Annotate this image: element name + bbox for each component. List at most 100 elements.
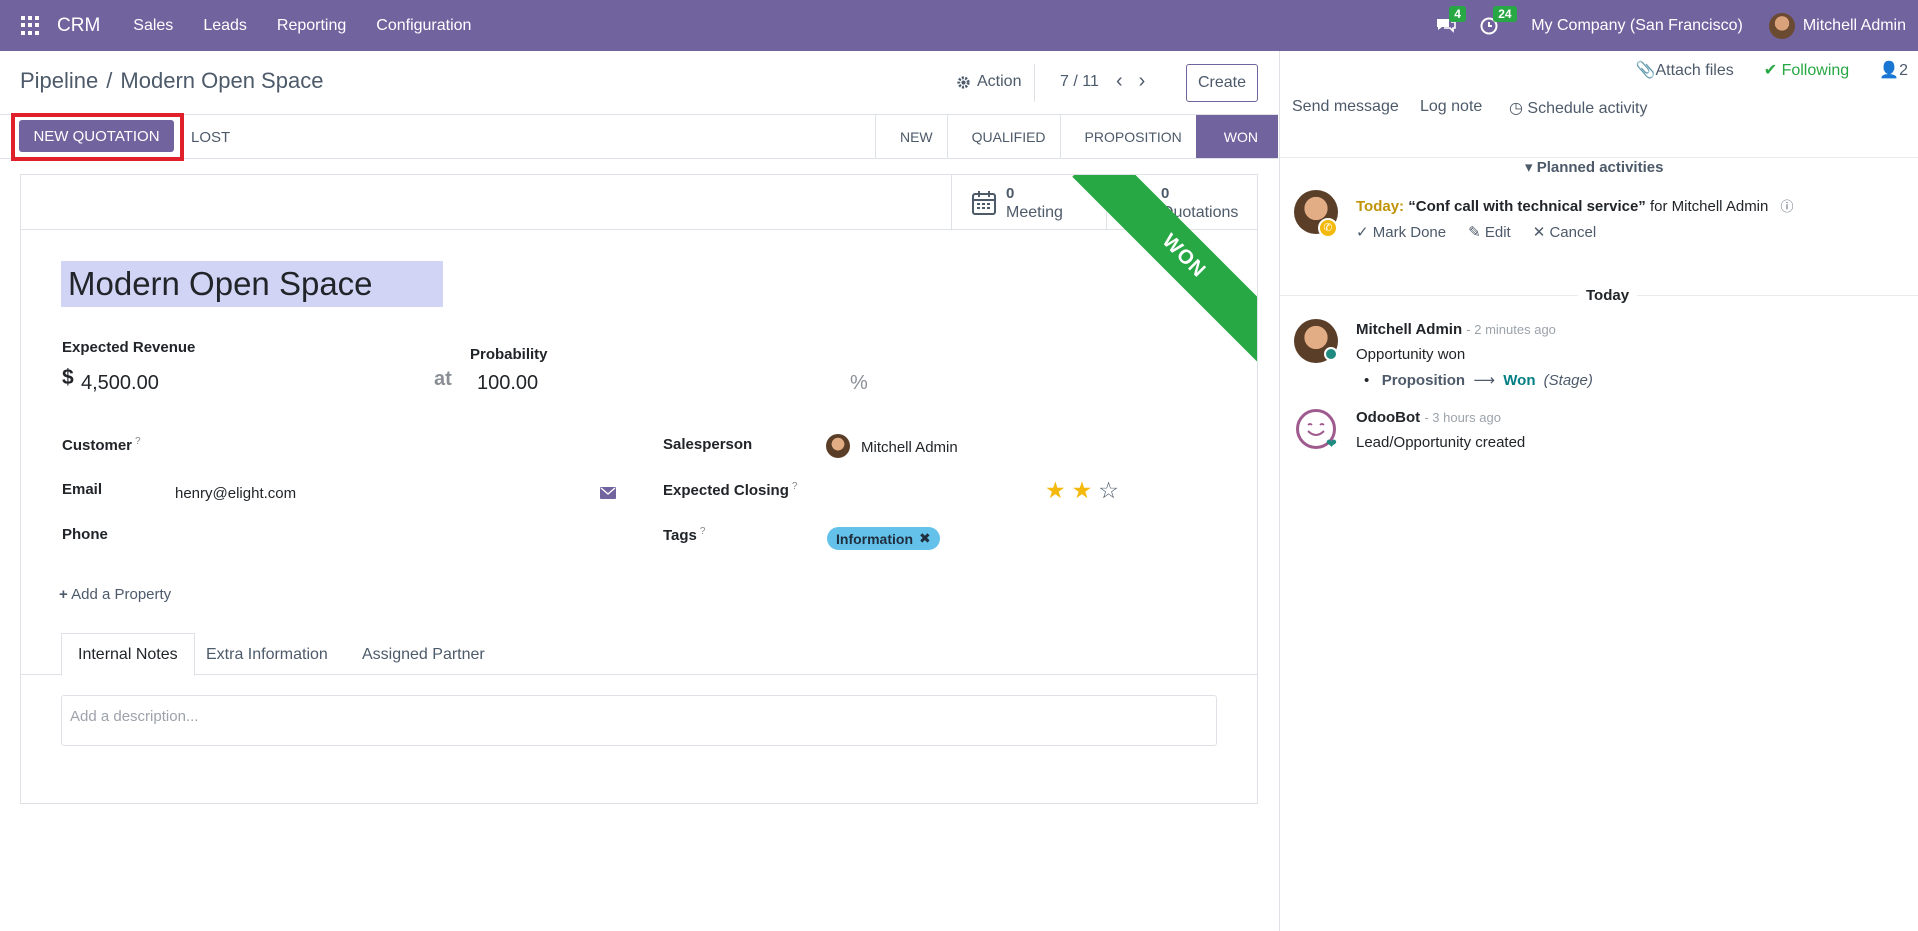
email-input[interactable]: henry@elight.com bbox=[175, 485, 296, 502]
log-note-button[interactable]: Log note bbox=[1420, 98, 1482, 116]
check-icon: ✔ bbox=[1763, 62, 1782, 79]
expected-closing-label: Expected Closing? bbox=[663, 481, 797, 499]
tag-remove-icon[interactable]: ✖ bbox=[919, 530, 931, 547]
description-input[interactable]: Add a description... bbox=[61, 695, 1217, 746]
gear-icon bbox=[957, 75, 970, 89]
online-status-icon bbox=[1324, 347, 1338, 361]
message-time: - 2 minutes ago bbox=[1466, 322, 1556, 337]
quotations-count: 0 bbox=[1161, 184, 1170, 202]
apps-menu-icon[interactable] bbox=[21, 15, 41, 36]
followers-button[interactable]: 👤2 bbox=[1879, 60, 1908, 80]
lost-button[interactable]: LOST bbox=[191, 129, 230, 146]
message-author-bot-name[interactable]: OdooBot bbox=[1356, 409, 1420, 426]
tags-label-text: Tags bbox=[663, 527, 697, 544]
activity-actions: ✓ Mark Done ✎ Edit ✕ Cancel bbox=[1356, 223, 1596, 241]
expected-closing-help-icon[interactable]: ? bbox=[792, 481, 798, 492]
expected-revenue-input[interactable]: 4,500.00 bbox=[81, 372, 159, 395]
user-menu[interactable]: Mitchell Admin bbox=[1803, 17, 1906, 35]
action-label: Action bbox=[977, 73, 1022, 90]
mark-done-label: Mark Done bbox=[1372, 224, 1447, 241]
percent-sign: % bbox=[850, 372, 868, 394]
edit-label: Edit bbox=[1484, 224, 1511, 241]
stage-won[interactable]: WON bbox=[1195, 115, 1278, 158]
systray: 4 24 My Company (San Francisco) Mitchell… bbox=[1435, 0, 1918, 51]
form-sheet: 0 Meeting 0 Quotations WON Modern Open S… bbox=[20, 174, 1258, 804]
priority-star-3-icon[interactable]: ☆ bbox=[1098, 477, 1119, 504]
following-button[interactable]: ✔ Following bbox=[1764, 60, 1849, 80]
tags-label: Tags? bbox=[663, 526, 705, 544]
opportunity-title-input[interactable]: Modern Open Space bbox=[61, 261, 443, 307]
priority-star-2-icon[interactable]: ★ bbox=[1072, 477, 1093, 504]
check-small-icon: ✓ bbox=[1356, 224, 1373, 241]
stage-proposition[interactable]: PROPOSITION bbox=[1059, 115, 1196, 158]
cancel-button[interactable]: ✕ Cancel bbox=[1533, 223, 1596, 241]
customer-label: Customer? bbox=[62, 436, 141, 454]
add-property-button[interactable]: + Add a Property bbox=[59, 586, 171, 603]
info-icon[interactable]: ⓘ bbox=[1781, 199, 1794, 214]
app-brand[interactable]: CRM bbox=[57, 15, 100, 37]
priority-star-1-icon[interactable]: ★ bbox=[1045, 477, 1066, 504]
edit-button[interactable]: ✎ Edit bbox=[1468, 223, 1511, 241]
tab-assigned-partner[interactable]: Assigned Partner bbox=[346, 633, 501, 676]
smart-button-box: 0 Meeting 0 Quotations bbox=[21, 175, 1257, 230]
top-navbar: CRM Sales Leads Reporting Configuration … bbox=[0, 0, 1918, 51]
today-separator: Today bbox=[1578, 287, 1638, 304]
pager-value[interactable]: 7 / 11 bbox=[1060, 73, 1099, 91]
meeting-label: Meeting bbox=[1006, 203, 1063, 221]
meeting-count: 0 bbox=[1006, 184, 1015, 202]
activities-count-badge: 24 bbox=[1493, 5, 1517, 22]
planned-activities-toggle[interactable]: ▾ Planned activities bbox=[1525, 158, 1663, 176]
arrow-right-icon: ⟶ bbox=[1469, 372, 1500, 389]
activities-button[interactable]: 24 bbox=[1479, 5, 1517, 37]
create-button[interactable]: Create bbox=[1186, 64, 1258, 102]
paperclip-icon: 📎 bbox=[1635, 62, 1656, 79]
messages-count-badge: 4 bbox=[1449, 5, 1466, 22]
message-author-name[interactable]: Mitchell Admin bbox=[1356, 321, 1462, 338]
tab-internal-notes[interactable]: Internal Notes bbox=[61, 633, 195, 676]
salesperson-input[interactable]: Mitchell Admin bbox=[861, 439, 958, 456]
activity-title: “Conf call with technical service” bbox=[1408, 198, 1646, 215]
message-body-bot: Lead/Opportunity created bbox=[1356, 434, 1526, 451]
menu-sales[interactable]: Sales bbox=[118, 17, 188, 35]
expected-closing-label-text: Expected Closing bbox=[663, 482, 789, 499]
attach-files-button[interactable]: 📎Attach files bbox=[1636, 60, 1734, 80]
customer-help-icon[interactable]: ? bbox=[135, 436, 141, 447]
schedule-activity-button[interactable]: ◷ Schedule activity bbox=[1509, 98, 1647, 118]
notebook-tabs: Internal Notes Extra Information Assigne… bbox=[21, 633, 1257, 676]
pager-next-icon[interactable]: › bbox=[1139, 70, 1146, 93]
stage-pipeline: NEW QUALIFIED PROPOSITION WON bbox=[874, 115, 1278, 158]
following-label: Following bbox=[1781, 62, 1850, 79]
messaging-button[interactable]: 4 bbox=[1435, 5, 1466, 37]
heart-icon: ❤ bbox=[1326, 436, 1337, 451]
tags-help-icon[interactable]: ? bbox=[700, 526, 706, 537]
menu-reporting[interactable]: Reporting bbox=[262, 17, 361, 35]
tracking-old-value: Proposition bbox=[1381, 372, 1466, 389]
tag-badge: Information ✖ bbox=[827, 527, 940, 550]
caret-down-icon: ▾ bbox=[1525, 159, 1537, 176]
activity-assignee: for Mitchell Admin bbox=[1649, 198, 1769, 215]
menu-leads[interactable]: Leads bbox=[188, 17, 262, 35]
stage-qualified[interactable]: QUALIFIED bbox=[946, 115, 1060, 158]
mark-done-button[interactable]: ✓ Mark Done bbox=[1356, 223, 1446, 241]
stage-new[interactable]: NEW bbox=[874, 115, 947, 158]
probability-input[interactable]: 100.00 bbox=[477, 372, 538, 395]
user-avatar[interactable] bbox=[1768, 12, 1795, 39]
chatter-topbar: 📎Attach files ✔ Following 👤2 bbox=[1636, 60, 1908, 80]
breadcrumb-separator: / bbox=[106, 68, 113, 93]
menu-configuration[interactable]: Configuration bbox=[361, 17, 486, 35]
add-property-label: Add a Property bbox=[71, 586, 172, 603]
company-switcher[interactable]: My Company (San Francisco) bbox=[1531, 17, 1743, 35]
bullet-icon: • bbox=[1364, 372, 1378, 389]
send-message-button[interactable]: Send message bbox=[1292, 98, 1399, 116]
tab-extra-information[interactable]: Extra Information bbox=[190, 633, 344, 676]
pager-previous-icon[interactable]: ‹ bbox=[1116, 70, 1123, 93]
breadcrumb-pipeline-link[interactable]: Pipeline bbox=[20, 68, 98, 93]
action-menu-button[interactable]: Action bbox=[956, 73, 1021, 91]
tracking-change: • Proposition ⟶ Won (Stage) bbox=[1364, 371, 1593, 389]
clock-small-icon: ◷ bbox=[1509, 100, 1528, 117]
message-time-bot: - 3 hours ago bbox=[1424, 410, 1501, 425]
envelope-icon[interactable] bbox=[600, 487, 616, 499]
close-icon: ✕ bbox=[1532, 224, 1550, 241]
expected-revenue-label: Expected Revenue bbox=[62, 339, 196, 356]
message-author-bot: OdooBot - 3 hours ago bbox=[1356, 409, 1501, 426]
